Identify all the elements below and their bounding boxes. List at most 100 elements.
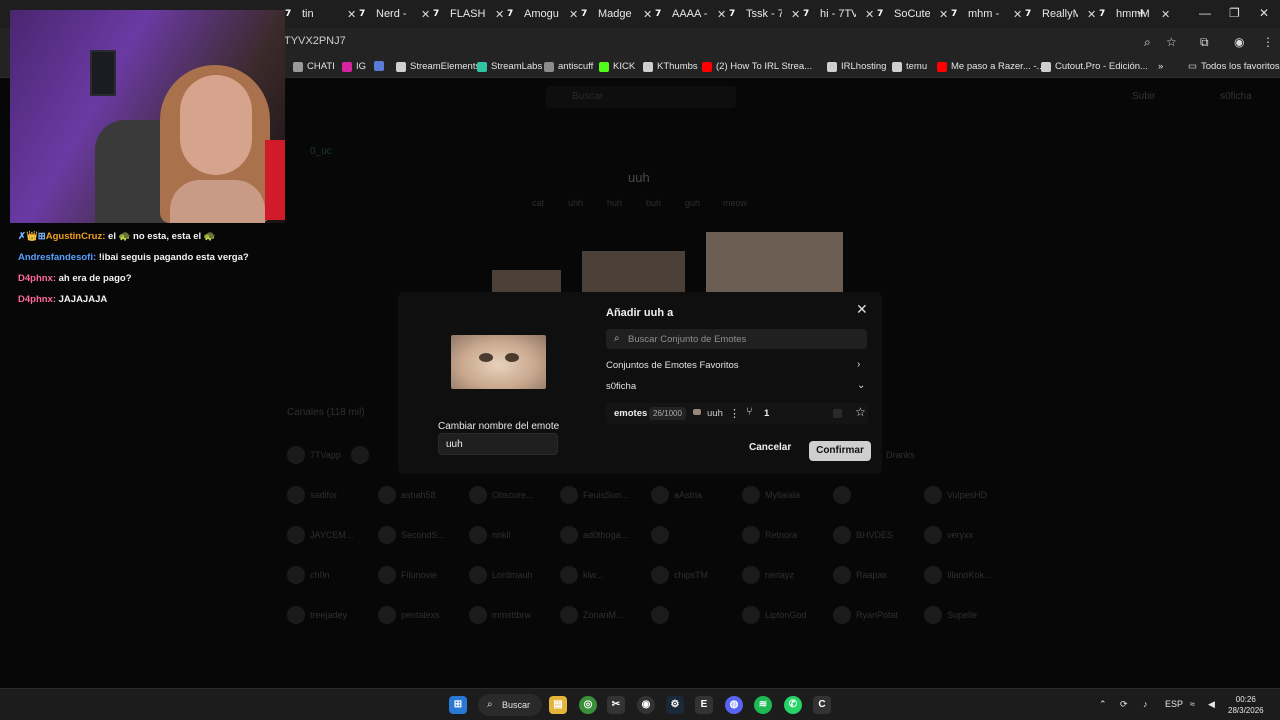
emote-tag[interactable]: guh: [685, 198, 700, 208]
system-clock[interactable]: 00:26 28/3/2026: [1228, 694, 1264, 716]
browser-tab[interactable]: 7 SoCute ✕: [877, 4, 948, 24]
bookmark-item[interactable]: antiscuff: [544, 61, 593, 72]
favorite-sets-row[interactable]: Conjuntos de Emotes Favoritos: [606, 360, 739, 371]
bookmark-item[interactable]: KThumbs: [643, 61, 698, 72]
browser-tab[interactable]: 7 hi - 7TV ✕: [803, 4, 874, 24]
channel-item[interactable]: nerlayz: [742, 566, 794, 584]
tab-close-icon[interactable]: ✕: [1161, 8, 1170, 21]
channel-item[interactable]: [351, 446, 374, 464]
channel-item[interactable]: FeuisSun...: [560, 486, 629, 504]
site-search-input[interactable]: Buscar: [546, 86, 736, 108]
taskbar-search[interactable]: ⌕ Buscar: [478, 694, 542, 716]
channel-item[interactable]: SecondS...: [378, 526, 445, 544]
chrome-icon[interactable]: ◎: [579, 696, 597, 714]
bookmark-item[interactable]: temu: [892, 61, 927, 72]
channel-item[interactable]: chipsTM: [651, 566, 708, 584]
channel-item[interactable]: Lordmauh: [469, 566, 533, 584]
channel-item[interactable]: Retnora: [742, 526, 797, 544]
file-explorer-icon[interactable]: ▤: [549, 696, 567, 714]
tab-close-icon[interactable]: ✕: [717, 8, 726, 21]
zoom-search-icon[interactable]: ⌕: [1144, 35, 1151, 50]
upload-button[interactable]: Subir: [1132, 91, 1155, 102]
tab-close-icon[interactable]: ✕: [495, 8, 504, 21]
bookmark-star-icon[interactable]: ☆: [1166, 35, 1177, 49]
channel-item[interactable]: Myllalala: [742, 486, 800, 504]
tab-close-icon[interactable]: ✕: [347, 8, 356, 21]
channel-item[interactable]: 7TVapp: [287, 446, 341, 464]
cutout-app-icon[interactable]: C: [813, 696, 831, 714]
browser-tab[interactable]: 7 Madge ✕: [581, 4, 652, 24]
confirm-button[interactable]: Confirmar: [809, 441, 871, 461]
windows-start-icon[interactable]: ⊞: [449, 696, 467, 714]
bookmark-item[interactable]: StreamLabs: [477, 61, 542, 72]
tray-overflow-icon[interactable]: ⌃: [1099, 699, 1107, 710]
channel-item[interactable]: [833, 486, 856, 504]
channel-item[interactable]: Raapax: [833, 566, 887, 584]
channel-item[interactable]: nnkll: [469, 526, 511, 544]
emote-set-row[interactable]: emotes 26/1000 uuh ⋮ ⑂ 1 ☆: [606, 403, 868, 424]
wifi-icon[interactable]: ≈: [1190, 699, 1195, 709]
discord-icon[interactable]: ◍: [725, 696, 743, 714]
tab-close-icon[interactable]: ✕: [1013, 8, 1022, 21]
rename-emote-input[interactable]: [438, 433, 558, 455]
emote-tag[interactable]: uhh: [568, 198, 583, 208]
tab-close-icon[interactable]: ✕: [865, 8, 874, 21]
spotify-icon[interactable]: ≋: [754, 696, 772, 714]
browser-menu-icon[interactable]: ⋮: [1262, 35, 1274, 49]
new-tab-button[interactable]: +: [1137, 5, 1146, 22]
channel-item[interactable]: ashah58: [378, 486, 436, 504]
channel-item[interactable]: ad0thoga...: [560, 526, 628, 544]
browser-tab[interactable]: 7 mhm - ✕: [951, 4, 1022, 24]
extensions-icon[interactable]: ⧉: [1200, 35, 1209, 50]
channel-item[interactable]: pentalexs: [378, 606, 440, 624]
channel-item[interactable]: ZonanM...: [560, 606, 624, 624]
volume-icon[interactable]: ◀: [1208, 699, 1215, 710]
tab-close-icon[interactable]: ✕: [643, 8, 652, 21]
emote-set-search[interactable]: ⌕: [606, 329, 867, 349]
tab-close-icon[interactable]: ✕: [791, 8, 800, 21]
channel-item[interactable]: veryxx: [924, 526, 973, 544]
channel-item[interactable]: BHVDES: [833, 526, 893, 544]
browser-tab[interactable]: 7 ReallyM ✕: [1025, 4, 1096, 24]
browser-tab[interactable]: 7 AAAA - ✕: [655, 4, 726, 24]
chevron-right-icon[interactable]: ›: [857, 359, 860, 370]
bookmark-item[interactable]: IRLhosting: [827, 61, 886, 72]
window-close-button[interactable]: ✕: [1259, 6, 1269, 20]
restore-button[interactable]: ❐: [1229, 6, 1240, 20]
bookmark-item[interactable]: StreamElements: [396, 61, 480, 72]
channel-item[interactable]: Obscure...: [469, 486, 534, 504]
bookmarks-overflow-icon[interactable]: »: [1158, 61, 1163, 72]
channel-item[interactable]: sadifor: [287, 486, 337, 504]
cancel-button[interactable]: Cancelar: [749, 442, 791, 453]
channel-item[interactable]: mmsttbrw: [469, 606, 531, 624]
chevron-down-icon[interactable]: ⌄: [857, 380, 865, 391]
tab-close-icon[interactable]: ✕: [569, 8, 578, 21]
bookmark-item[interactable]: Me paso a Razer... -...: [937, 61, 1044, 72]
language-indicator[interactable]: ESP: [1165, 699, 1183, 709]
browser-tab[interactable]: 7 Nerd - ✕: [359, 4, 430, 24]
emote-set-search-input[interactable]: [628, 329, 858, 349]
microphone-icon[interactable]: ♪: [1143, 699, 1148, 709]
owner-sets-row[interactable]: s0ficha: [606, 381, 636, 392]
emote-tag[interactable]: meow: [723, 198, 747, 208]
channel-item[interactable]: JAYCEM...: [287, 526, 353, 544]
obs-icon[interactable]: ◉: [637, 696, 655, 714]
whatsapp-icon[interactable]: ✆: [784, 696, 802, 714]
emote-tag[interactable]: cat: [532, 198, 544, 208]
channel-item[interactable]: LiptonGod: [742, 606, 807, 624]
channel-item[interactable]: treejadey: [287, 606, 347, 624]
browser-tab[interactable]: 7 Tssk - 7 ✕: [729, 4, 800, 24]
channel-item[interactable]: ch0n: [287, 566, 330, 584]
tray-sync-icon[interactable]: ⟳: [1120, 699, 1128, 710]
url-field[interactable]: TYVX2PNJ7: [284, 35, 346, 47]
channel-item[interactable]: [651, 526, 674, 544]
capcut-icon[interactable]: ✂: [607, 696, 625, 714]
channel-item[interactable]: Supelle: [924, 606, 977, 624]
channel-item[interactable]: Filunovie: [378, 566, 437, 584]
bookmark-item[interactable]: [374, 61, 388, 71]
channel-item[interactable]: kiw...: [560, 566, 603, 584]
browser-tab[interactable]: 7 tin ✕: [285, 4, 356, 24]
select-checkbox[interactable]: [833, 409, 842, 418]
all-favorites-folder[interactable]: ▭ Todos los favoritos: [1188, 61, 1280, 72]
more-options-icon[interactable]: ⋮: [729, 407, 740, 420]
